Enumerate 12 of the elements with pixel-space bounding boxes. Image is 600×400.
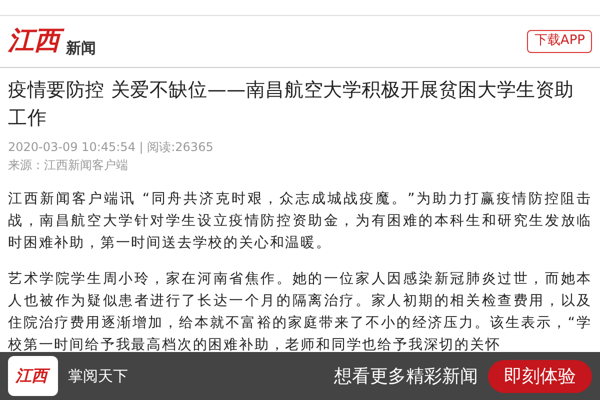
article-paragraph: 艺术学院学生周小玲，家在河南省焦作。她的一位家人因感染新冠肺炎过世，而她本人也被作为疑似患者进行了长达一个月的隔离治疗。家人初期的相关检查费用，以及住院治疗费用逐渐增加，给本就不富裕的家庭带来了不小的经济压力。该生表示，“学校第一时间给予我最高档次的困难补助，老师和同学也给予我深切的关怀 [8,270,592,355]
article-source: 来源：江西新闻客户端 [8,157,129,174]
article-paragraph: 江西新闻客户端讯 “同舟共济克时艰，众志成城战疫魔。”为助力打赢疫情防控阻击战，南昌航空大学针对学生设立疫情防控资助金，为有困难的本科生和研究生发放临时困难补助，第一时间送去学校的关心和温暖。 [8,190,592,253]
promo-text: 想看更多精彩新闻 [334,364,478,388]
article-title: 疫情要防控 关爱不缺位——南昌航空大学积极开展贫困大学生资助工作 [8,78,576,131]
download-button[interactable]: 下载APP [527,30,592,53]
try-now-button[interactable]: 即刻体验 [488,360,592,392]
logo-text: 新闻 [66,40,96,56]
app-slogan: 掌阅天下 [68,366,128,387]
article-meta: 2020-03-09 10:45:54 | 阅读:26365 [8,139,214,156]
logo-mark: 江西 [8,25,64,58]
app-logo: 江西 [8,356,58,396]
